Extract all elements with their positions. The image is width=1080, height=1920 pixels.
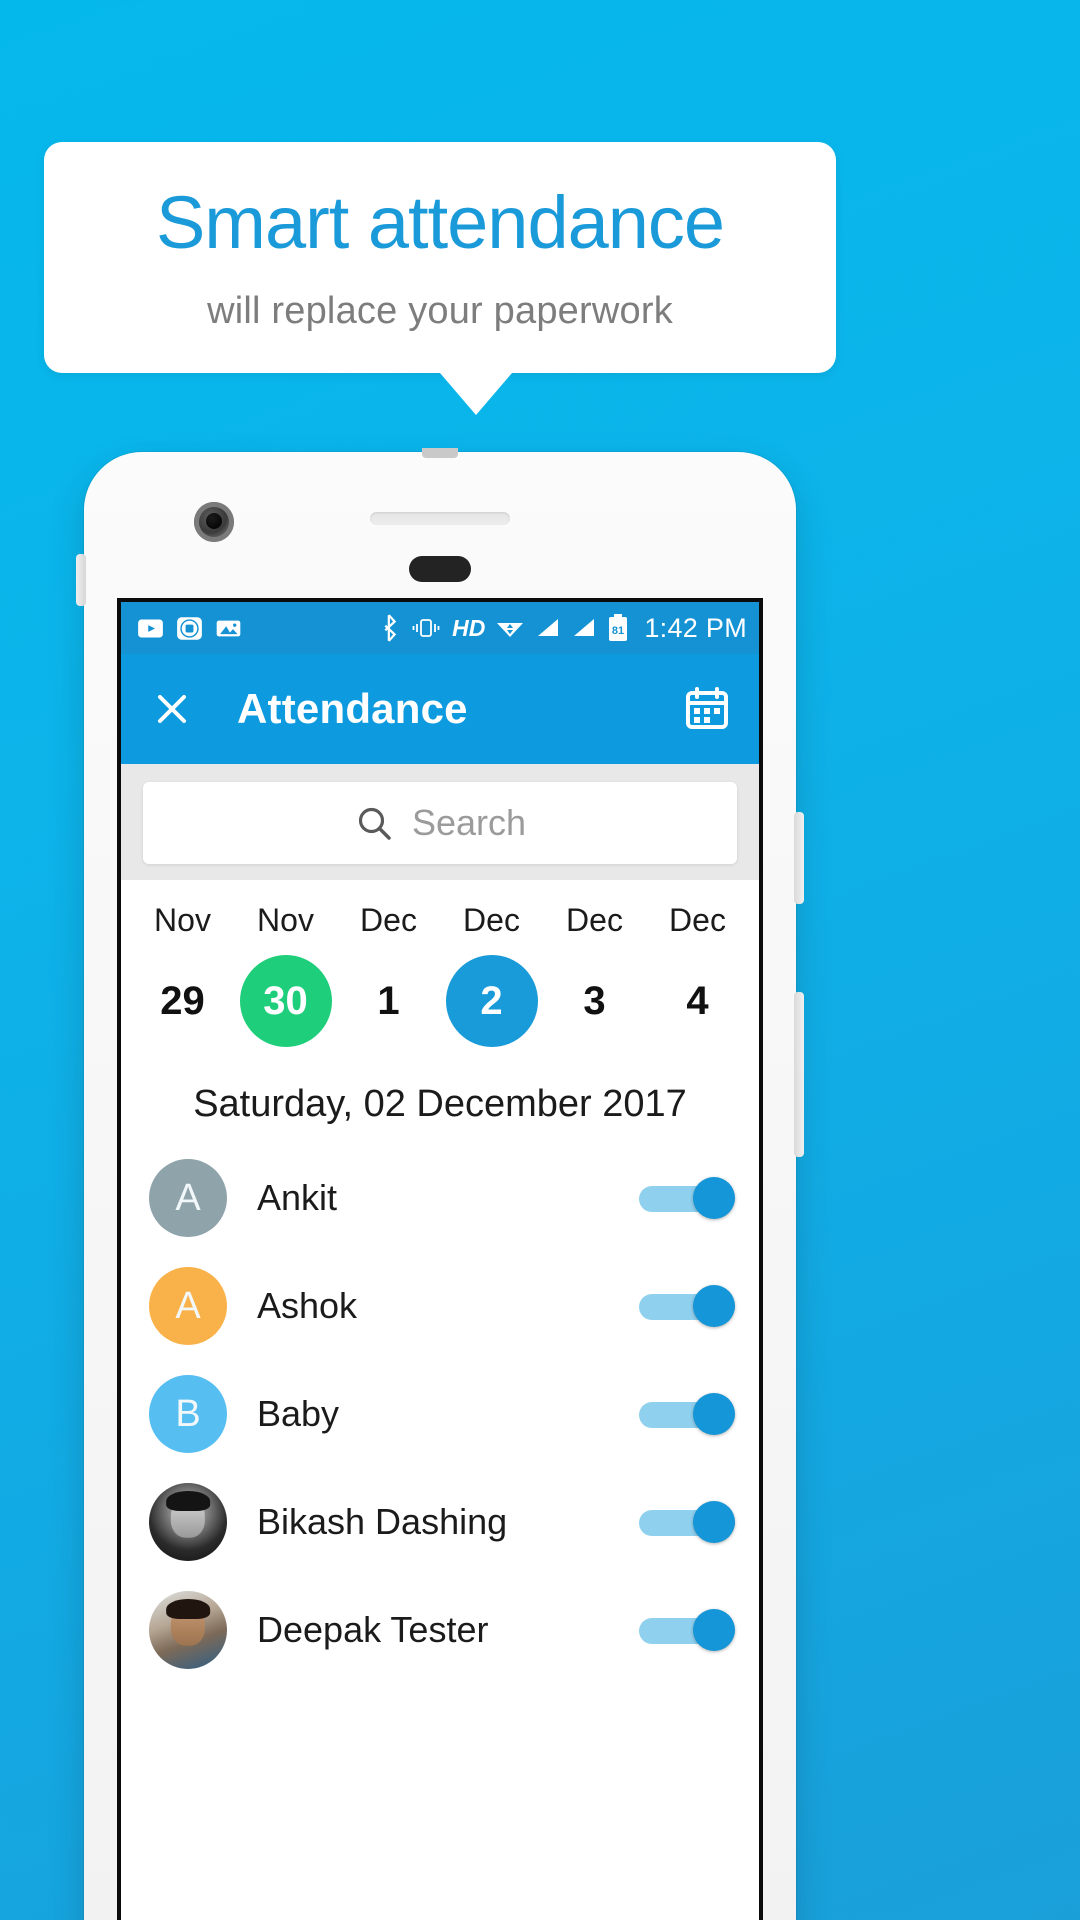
date-month: Dec [360, 902, 417, 938]
toggle-knob [693, 1285, 735, 1327]
page-title: Attendance [237, 685, 468, 732]
attendance-row[interactable]: Deepak Tester [121, 1576, 759, 1684]
search-icon [358, 807, 391, 840]
date-month: Dec [566, 902, 623, 938]
youtube-icon [138, 619, 163, 637]
phone-volume-button [794, 992, 804, 1157]
date-day: 4 [686, 978, 709, 1023]
attendance-toggle[interactable] [639, 1501, 735, 1543]
vibrate-icon [412, 619, 440, 637]
attendance-row[interactable]: A Ashok [121, 1252, 759, 1360]
status-bar-clock: 1:42 PM [644, 612, 747, 643]
attendance-row[interactable]: A Ankit [121, 1144, 759, 1252]
attendance-toggle[interactable] [639, 1393, 735, 1435]
signal-icon [574, 619, 595, 636]
date-strip: Nov 29 Nov 30 Dec 1 Dec 2 Dec 3 Dec 4 [121, 880, 759, 1057]
toggle-knob [693, 1609, 735, 1651]
front-camera-icon [194, 502, 234, 542]
date-cell[interactable]: Nov 30 [234, 902, 337, 1047]
avatar: B [149, 1375, 227, 1453]
attendance-toggle[interactable] [639, 1609, 735, 1651]
selected-date-label: Saturday, 02 December 2017 [193, 1083, 687, 1125]
attendance-toggle[interactable] [639, 1285, 735, 1327]
app-toolbar: Attendance [121, 654, 759, 764]
avatar-initial: A [175, 1284, 201, 1327]
phone-left-button [76, 554, 86, 606]
avatar [149, 1483, 227, 1561]
toggle-knob [693, 1177, 735, 1219]
date-month: Nov [154, 902, 211, 938]
date-day-circle[interactable]: 30 [239, 955, 332, 1047]
date-cell[interactable]: Nov 29 [131, 902, 234, 1047]
date-day-circle[interactable]: 29 [137, 955, 229, 1047]
date-day: 30 [263, 978, 308, 1023]
avatar-initial: B [175, 1392, 201, 1435]
person-name: Deepak Tester [257, 1609, 489, 1650]
close-icon[interactable] [149, 686, 195, 732]
mi-music-icon [177, 616, 202, 640]
wifi-icon [497, 623, 524, 637]
promo-banner: Smart attendance will replace your paper… [44, 142, 836, 416]
date-month: Dec [669, 902, 726, 938]
banner-tail [440, 373, 512, 416]
bluetooth-icon [384, 614, 397, 642]
earpiece-speaker [370, 512, 510, 525]
front-sensor [409, 556, 471, 582]
avatar: A [149, 1267, 227, 1345]
search-input[interactable]: Search [143, 782, 737, 864]
date-day-circle[interactable]: 1 [343, 955, 435, 1047]
date-day-circle[interactable]: 2 [445, 955, 538, 1047]
date-day: 3 [583, 978, 606, 1023]
person-name: Bikash Dashing [257, 1501, 508, 1542]
attendance-list: A Ankit A Ashok B Baby Bikash Dashing Deepak Te… [121, 1144, 759, 1684]
date-cell[interactable]: Dec 1 [337, 902, 440, 1047]
status-bar: HD 81 1:42 PM [121, 602, 759, 654]
phone-antenna-notch [422, 448, 458, 458]
toggle-knob [693, 1501, 735, 1543]
search-placeholder: Search [411, 802, 527, 843]
date-day: 1 [377, 978, 400, 1023]
date-cell[interactable]: Dec 2 [440, 902, 543, 1047]
date-cell[interactable]: Dec 3 [543, 902, 646, 1047]
date-day-circle[interactable]: 4 [652, 955, 744, 1047]
person-name: Ashok [257, 1285, 358, 1326]
date-cell[interactable]: Dec 4 [646, 902, 749, 1047]
attendance-toggle[interactable] [639, 1177, 735, 1219]
attendance-row[interactable]: B Baby [121, 1360, 759, 1468]
hd-icon: HD [452, 614, 486, 641]
battery-level: 81 [612, 625, 624, 637]
date-day: 29 [160, 978, 205, 1023]
promo-title: Smart attendance [155, 181, 725, 264]
phone-power-button [794, 812, 804, 904]
person-name: Baby [257, 1393, 340, 1434]
calendar-icon[interactable] [683, 685, 731, 733]
promo-subtitle: will replace your paperwork [207, 290, 673, 333]
device-screen: HD 81 1:42 PM Attendance Search Nov 29 N… [117, 598, 763, 1920]
phone-mockup: HD 81 1:42 PM Attendance Search Nov 29 N… [76, 448, 804, 1920]
date-month: Nov [257, 902, 314, 938]
avatar [149, 1591, 227, 1669]
avatar: A [149, 1159, 227, 1237]
date-day-circle[interactable]: 3 [549, 955, 641, 1047]
date-month: Dec [463, 902, 520, 938]
battery-icon: 81 [609, 614, 628, 641]
toggle-knob [693, 1393, 735, 1435]
signal-icon [538, 619, 559, 636]
status-bar-left-icons [137, 615, 242, 642]
gallery-icon [216, 620, 241, 636]
person-name: Ankit [257, 1177, 338, 1218]
status-bar-right-icons: HD 81 1:42 PM [380, 613, 747, 644]
promo-banner-card: Smart attendance will replace your paper… [44, 142, 836, 374]
avatar-initial: A [175, 1176, 201, 1219]
attendance-row[interactable]: Bikash Dashing [121, 1468, 759, 1576]
date-day: 2 [480, 978, 503, 1023]
search-area: Search [121, 764, 759, 880]
